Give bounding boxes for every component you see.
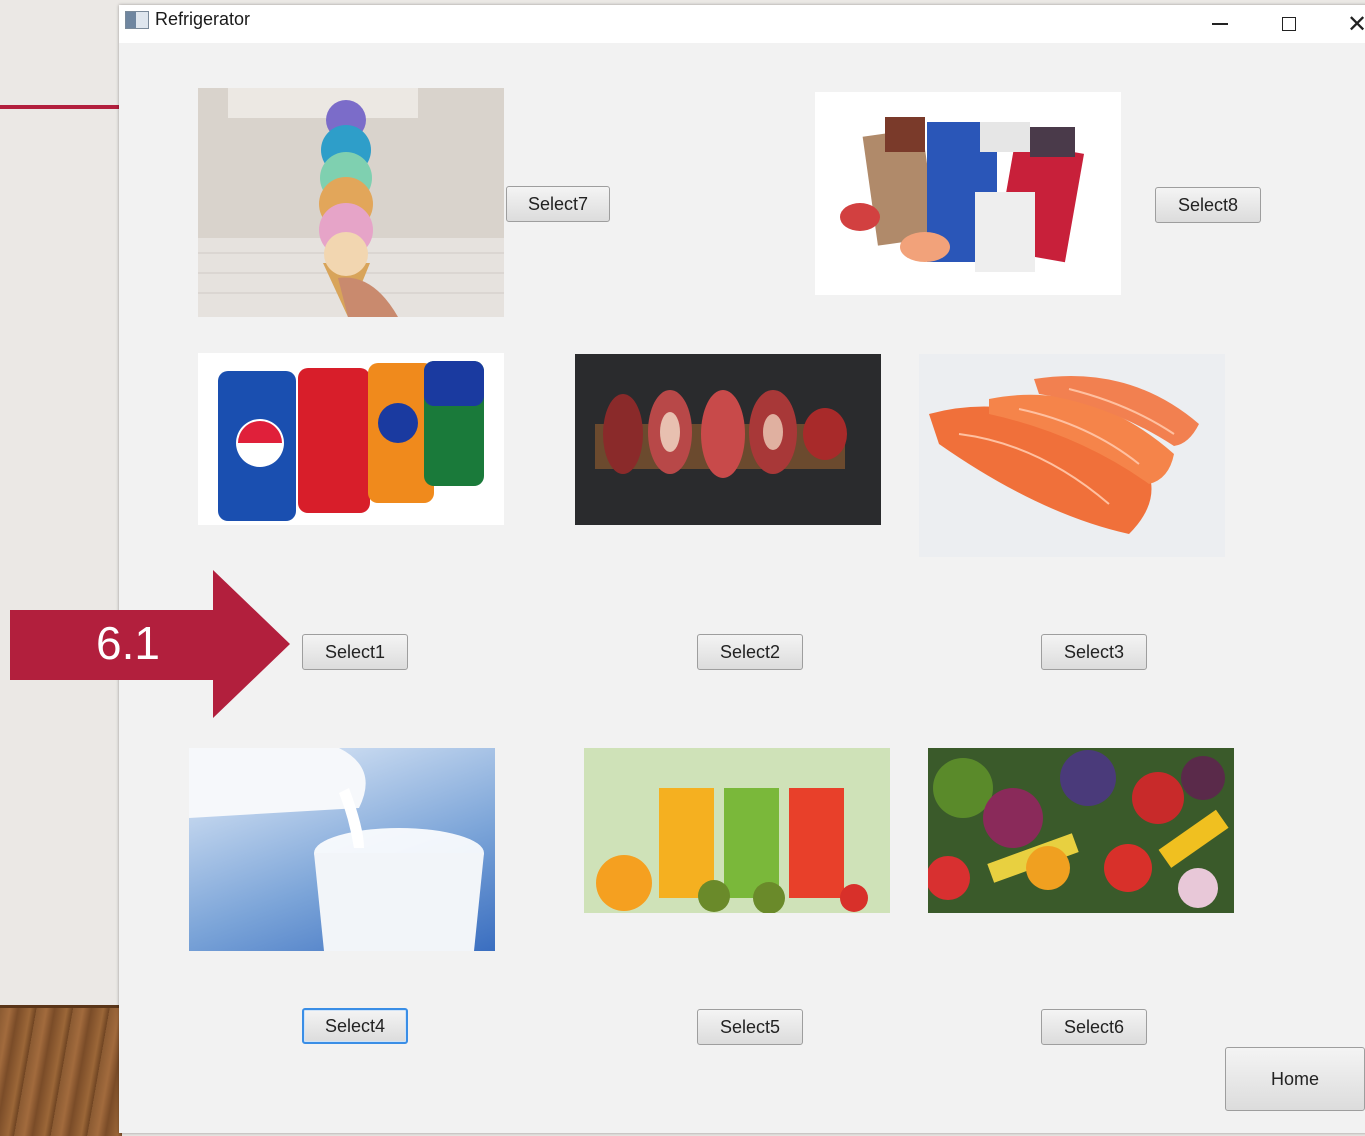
annotation-label: 6.1 (96, 617, 160, 669)
window-title: Refrigerator (155, 9, 251, 29)
frozen-seafood-image (815, 92, 1121, 295)
wood-floor-decoration (0, 1005, 122, 1136)
maximize-button[interactable] (1265, 5, 1313, 43)
close-icon: ✕ (1346, 10, 1365, 38)
select4-button[interactable]: Select4 (302, 1008, 408, 1044)
juice-image (584, 748, 890, 913)
soda-cans-image (198, 353, 504, 525)
salmon-image (919, 354, 1225, 557)
ice-cream-image (198, 88, 504, 317)
maximize-icon (1282, 17, 1296, 31)
milk-image (189, 748, 495, 951)
app-icon (125, 11, 149, 29)
close-button[interactable]: ✕ (1333, 5, 1365, 43)
select8-button[interactable]: Select8 (1155, 187, 1261, 223)
minimize-button[interactable] (1196, 5, 1244, 43)
select2-button[interactable]: Select2 (697, 634, 803, 670)
select3-button[interactable]: Select3 (1041, 634, 1147, 670)
slide-accent-line (0, 105, 122, 109)
home-button[interactable]: Home (1225, 1047, 1365, 1111)
vegetables-image (928, 748, 1234, 913)
select6-button[interactable]: Select6 (1041, 1009, 1147, 1045)
select5-button[interactable]: Select5 (697, 1009, 803, 1045)
title-bar[interactable]: Refrigerator ✕ (119, 5, 1365, 43)
minimize-icon (1212, 23, 1228, 25)
refrigerator-window: Refrigerator ✕ Select7 Select8 Select1 S… (119, 5, 1365, 1133)
meat-image (575, 354, 881, 525)
select7-button[interactable]: Select7 (506, 186, 610, 222)
select1-button[interactable]: Select1 (302, 634, 408, 670)
